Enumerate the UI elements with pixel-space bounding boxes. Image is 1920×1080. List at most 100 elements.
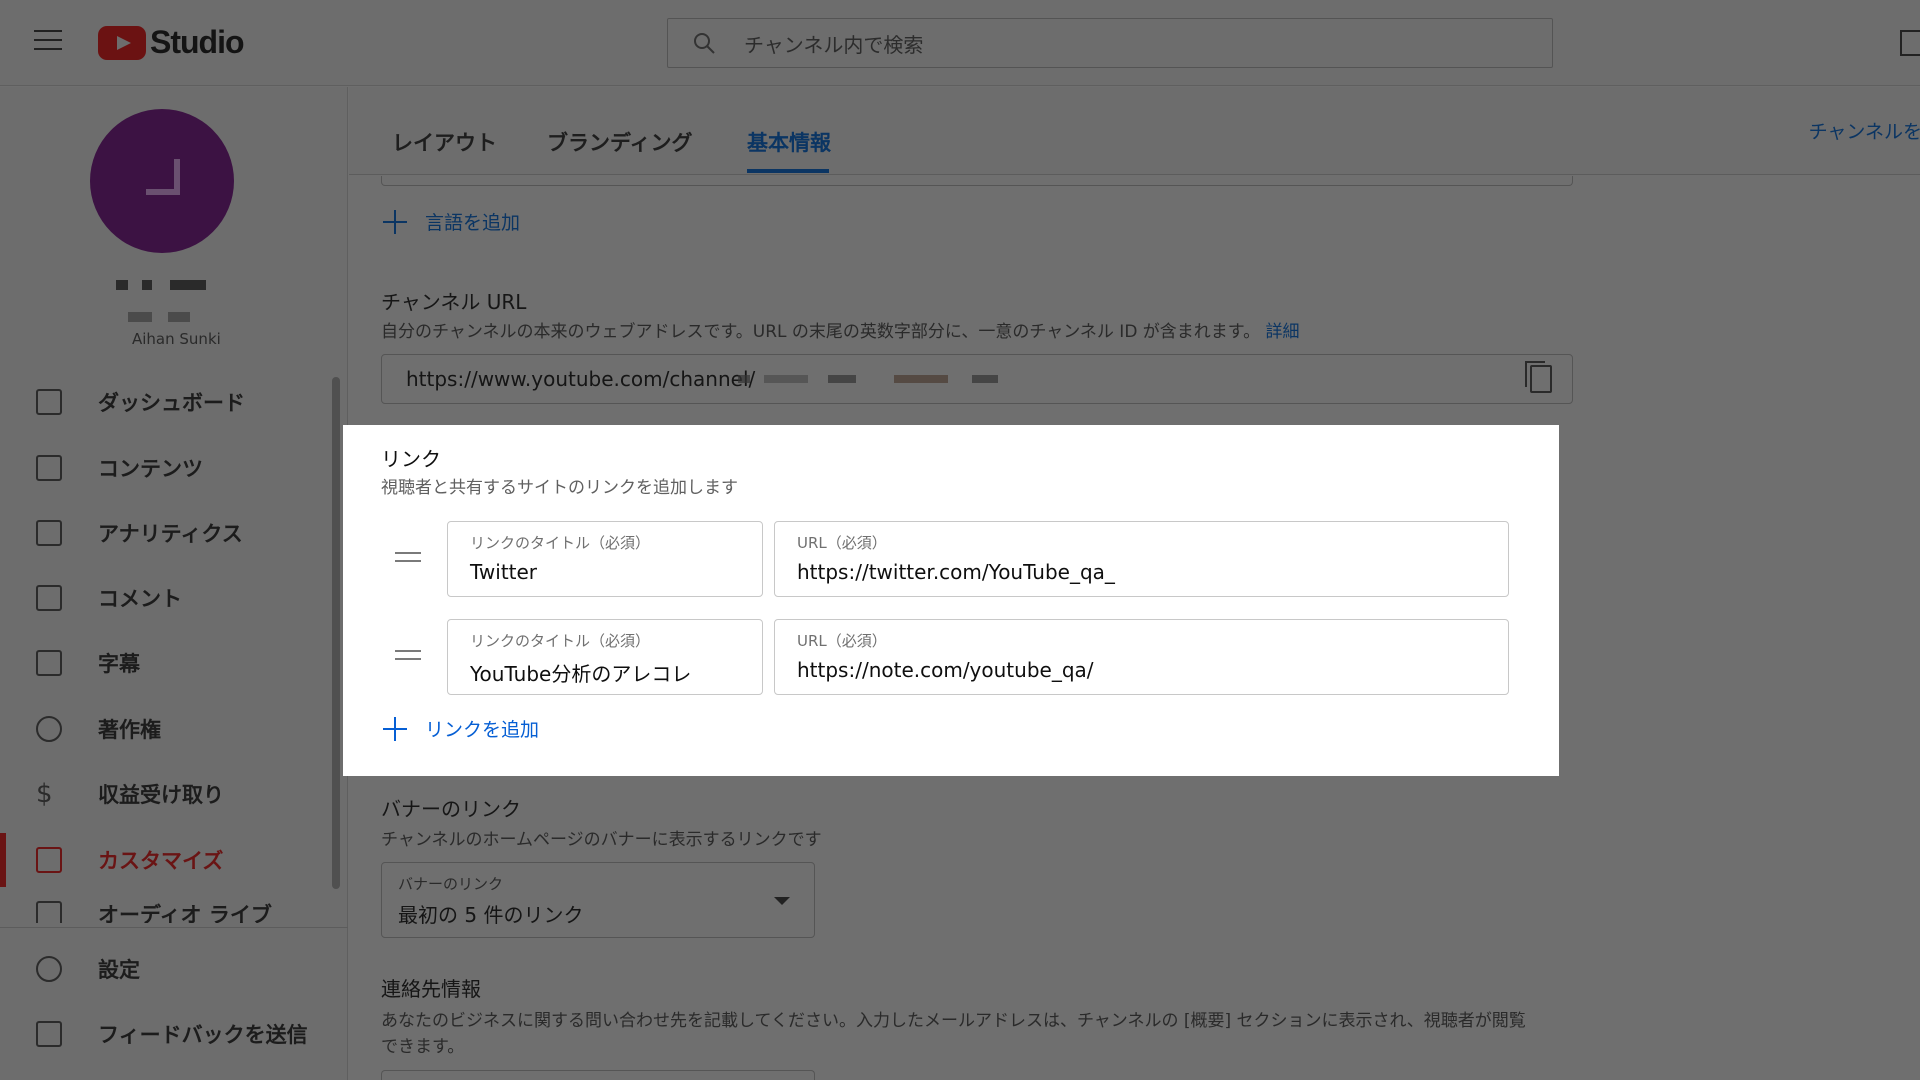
copy-icon[interactable] <box>1525 361 1552 393</box>
content-icon <box>36 455 62 481</box>
link-title-value: Twitter <box>470 560 538 584</box>
sidebar-item-label: コンテンツ <box>98 457 203 481</box>
sidebar-item-customize[interactable]: カスタマイズ <box>0 833 340 887</box>
blurred-channel-id <box>764 375 808 383</box>
channel-url-value: https://www.youtube.com/channel/ <box>406 367 756 391</box>
dashboard-icon <box>36 389 62 415</box>
audio-library-icon <box>36 901 62 923</box>
banner-links-select-label: バナーのリンク <box>398 875 504 893</box>
studio-logo[interactable]: Studio <box>98 24 245 61</box>
link-title-label: リンクのタイトル（必須） <box>470 632 651 650</box>
sidebar-item-label: カスタマイズ <box>98 849 224 873</box>
sidebar-item-copyright[interactable]: 著作権 <box>0 702 340 756</box>
add-link-button[interactable]: リンクを追加 <box>383 715 539 742</box>
search-input[interactable]: チャンネル内で検索 <box>667 18 1553 68</box>
top-bar: Studio チャンネル内で検索 <box>0 0 1920 86</box>
links-title: リンク <box>381 447 441 471</box>
blurred-name <box>142 280 152 290</box>
avatar[interactable] <box>90 109 234 253</box>
sidebar-item-subtitles[interactable]: 字幕 <box>0 636 340 690</box>
blurred-name <box>168 312 190 322</box>
banner-links-title: バナーのリンク <box>381 797 521 821</box>
dollar-icon: $ <box>36 779 53 809</box>
feedback-icon <box>36 1021 62 1047</box>
link-url-label: URL（必須） <box>797 632 887 650</box>
banner-links-select-value: 最初の 5 件のリンク <box>398 903 584 927</box>
sidebar-item-label: 設定 <box>98 958 140 982</box>
plus-icon <box>383 716 407 741</box>
sidebar-item-label: アナリティクス <box>98 522 243 546</box>
channel-name: Aihan Sunki <box>132 330 221 348</box>
link-title-field[interactable]: リンクのタイトル（必須） YouTube分析のアレコレ <box>447 619 763 695</box>
link-title-field[interactable]: リンクのタイトル（必須） Twitter <box>447 521 763 597</box>
copyright-icon <box>36 716 62 742</box>
subtitles-icon <box>36 650 62 676</box>
banner-links-select[interactable]: バナーのリンク 最初の 5 件のリンク <box>381 862 815 938</box>
blurred-channel-id <box>828 375 856 383</box>
sidebar-item-content[interactable]: コンテンツ <box>0 441 340 495</box>
language-field-edge <box>381 176 1573 186</box>
channel-url-field[interactable]: https://www.youtube.com/channel/ <box>381 354 1573 404</box>
logo-text: Studio <box>150 24 245 60</box>
sidebar-item-label: フィードバックを送信 <box>98 1023 308 1047</box>
avatar-glyph <box>146 159 180 195</box>
customize-tabs: レイアウト ブランディング 基本情報 チャンネルを表示 <box>349 87 1920 175</box>
plus-icon <box>383 209 407 234</box>
sidebar-item-feedback[interactable]: フィードバックを送信 <box>0 1007 340 1061</box>
sidebar-divider <box>0 927 348 928</box>
sidebar: Aihan Sunki ダッシュボード コンテンツ アナリティクス コメント 字… <box>0 87 348 1080</box>
menu-icon[interactable] <box>34 30 62 54</box>
sidebar-item-audio-library[interactable]: オーディオ ライブ <box>0 893 340 923</box>
tab-basic-info[interactable]: 基本情報 <box>747 127 831 157</box>
drag-handle-icon[interactable] <box>395 552 421 562</box>
comment-icon <box>36 585 62 611</box>
active-tab-indicator <box>747 169 829 173</box>
blurred-name <box>128 312 152 322</box>
tab-layout[interactable]: レイアウト <box>392 127 497 157</box>
blurred-channel-id <box>972 375 998 383</box>
link-title-value: YouTube分析のアレコレ <box>470 662 692 686</box>
search-icon <box>694 33 715 54</box>
links-desc: 視聴者と共有するサイトのリンクを追加します <box>381 478 738 498</box>
sidebar-item-label: 収益受け取り <box>98 783 224 807</box>
sidebar-item-comments[interactable]: コメント <box>0 571 340 625</box>
link-url-value: https://note.com/youtube_qa/ <box>797 658 1094 682</box>
sidebar-item-settings[interactable]: 設定 <box>0 942 340 996</box>
drag-handle-icon[interactable] <box>395 650 421 660</box>
link-url-field[interactable]: URL（必須） https://note.com/youtube_qa/ <box>774 619 1509 695</box>
link-url-label: URL（必須） <box>797 534 887 552</box>
add-link-label: リンクを追加 <box>425 719 540 741</box>
tab-branding[interactable]: ブランディング <box>547 127 693 157</box>
contact-email-field[interactable] <box>381 1070 815 1080</box>
view-channel-link[interactable]: チャンネルを表示 <box>1809 117 1920 144</box>
banner-links-desc: チャンネルのホームページのバナーに表示するリンクです <box>381 830 822 850</box>
contact-info-title: 連絡先情報 <box>381 977 481 1001</box>
sidebar-item-analytics[interactable]: アナリティクス <box>0 506 340 560</box>
link-title-label: リンクのタイトル（必須） <box>470 534 651 552</box>
chevron-down-icon <box>774 897 790 905</box>
channel-url-desc-text: 自分のチャンネルの本来のウェブアドレスです。URL の末尾の英数字部分に、一意の… <box>381 322 1261 342</box>
youtube-logo-icon <box>98 25 146 60</box>
blurred-name <box>116 280 128 290</box>
sidebar-item-label: オーディオ ライブ <box>98 903 272 923</box>
sidebar-item-label: 著作権 <box>98 718 161 742</box>
analytics-icon <box>36 520 62 546</box>
gear-icon <box>36 956 62 982</box>
channel-url-desc: 自分のチャンネルの本来のウェブアドレスです。URL の末尾の英数字部分に、一意の… <box>381 317 1300 342</box>
search-placeholder: チャンネル内で検索 <box>744 32 924 57</box>
learn-more-link[interactable]: 詳細 <box>1266 322 1300 342</box>
feedback-menu-icon[interactable] <box>1900 30 1920 56</box>
sidebar-item-dashboard[interactable]: ダッシュボード <box>0 375 340 429</box>
blurred-name <box>170 280 206 290</box>
blurred-channel-id <box>894 375 948 383</box>
contact-info-desc-2: できます。 <box>381 1037 465 1057</box>
blurred-channel-id <box>738 375 750 383</box>
sidebar-item-label: 字幕 <box>98 652 140 676</box>
channel-url-title: チャンネル URL <box>381 290 527 314</box>
sidebar-item-label: コメント <box>98 587 182 611</box>
add-language-button[interactable]: 言語を追加 <box>383 208 520 235</box>
link-url-field[interactable]: URL（必須） https://twitter.com/YouTube_qa_ <box>774 521 1509 597</box>
sidebar-item-earn[interactable]: $ 収益受け取り <box>0 767 340 821</box>
magic-wand-icon <box>36 847 62 873</box>
sidebar-item-label: ダッシュボード <box>98 391 245 415</box>
